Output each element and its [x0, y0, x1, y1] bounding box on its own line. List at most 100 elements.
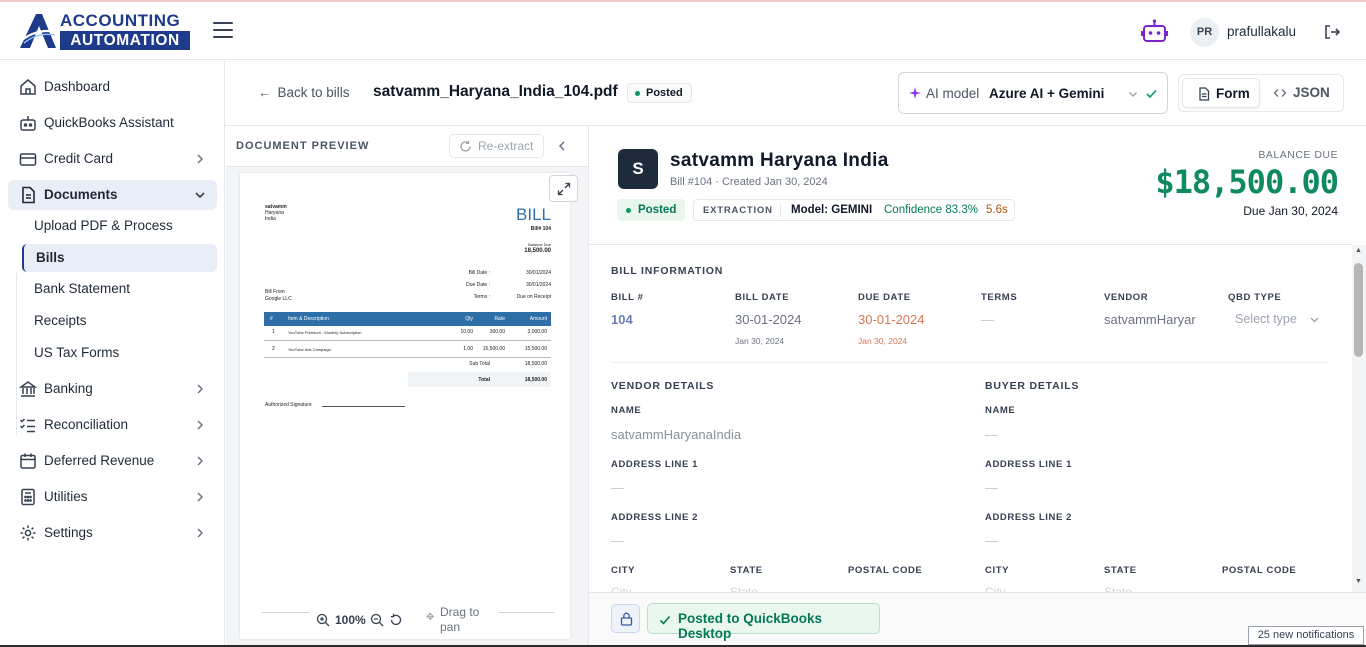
ai-model-select[interactable]: AI model Azure AI + Gemini — [898, 72, 1168, 114]
logout-icon[interactable] — [1323, 23, 1341, 41]
zoom-in-icon[interactable] — [316, 613, 330, 627]
vendor-field[interactable]: satvammHaryar — [1104, 312, 1210, 327]
scrollbar-thumb[interactable] — [1354, 263, 1363, 357]
notifications-toast[interactable]: 25 new notifications — [1248, 626, 1364, 645]
buyer-address1-field[interactable]: — — [985, 480, 998, 495]
sidebar-subitem-receipts[interactable]: Receipts — [22, 307, 217, 335]
ai-model-label: AI model — [926, 86, 980, 101]
buyer-state-label: STATE — [1104, 565, 1137, 576]
posted-status-label: Posted — [638, 204, 677, 216]
pdf-col-item: Item & Description — [288, 316, 329, 322]
vendor-name-field[interactable]: satvammHaryanaIndia — [611, 427, 741, 442]
bill-number-label: BILL # — [611, 292, 644, 303]
vendor-city-field[interactable]: City — [611, 585, 632, 592]
pdf-total-label: Total — [478, 377, 490, 383]
check-icon — [659, 615, 671, 625]
json-view-label: JSON — [1293, 85, 1330, 100]
sidebar-subitem-label: Upload PDF & Process — [34, 218, 173, 233]
arrow-left-icon: ← — [258, 85, 272, 100]
posted-to-quickbooks-button[interactable]: Posted to QuickBooks Desktop — [647, 603, 880, 641]
zoom-out-icon[interactable] — [370, 613, 384, 627]
pdf-row-amount: 3,000.00 — [527, 329, 547, 335]
home-icon — [20, 79, 36, 95]
sidebar-item-credit-card[interactable]: Credit Card — [8, 144, 217, 174]
drag-hint-line2: pan — [440, 620, 461, 634]
sidebar-item-dashboard[interactable]: Dashboard — [8, 72, 217, 102]
vendor-state-field[interactable]: State — [730, 585, 758, 592]
pdf-row-divider — [264, 357, 551, 358]
pdf-col-rate: Rate — [494, 316, 505, 322]
vendor-city-label: CITY — [611, 565, 636, 576]
sidebar-item-quickbooks-assistant[interactable]: QuickBooks Assistant — [8, 108, 217, 138]
move-icon: ✥ — [426, 612, 435, 623]
vendor-address1-field[interactable]: — — [611, 480, 624, 495]
user-avatar[interactable]: PR — [1190, 18, 1219, 47]
ai-model-value: Azure AI + Gemini — [989, 86, 1105, 101]
user-name[interactable]: prafullakalu — [1227, 24, 1296, 39]
pdf-col-amount: Amount — [529, 316, 547, 322]
buyer-state-field[interactable]: State — [1104, 585, 1132, 592]
form-view-button[interactable]: Form — [1182, 78, 1260, 108]
scroll-down-icon[interactable]: ▼ — [1355, 578, 1362, 585]
qbd-type-select[interactable]: Select type — [1228, 306, 1328, 332]
reset-rotate-icon[interactable] — [389, 613, 403, 627]
sidebar-item-documents[interactable]: Documents — [8, 180, 217, 210]
scroll-up-icon[interactable]: ▲ — [1355, 247, 1362, 254]
extraction-time: 5.6s — [986, 204, 1008, 216]
document-icon — [22, 186, 35, 204]
pdf-from-line3: India — [265, 216, 276, 222]
chevron-right-icon — [197, 420, 204, 430]
back-to-bills-link[interactable]: ← Back to bills — [258, 85, 350, 100]
form-scrollbar[interactable]: ▲ ▼ — [1352, 245, 1366, 593]
collapse-panel-icon[interactable] — [556, 139, 568, 153]
chevron-down-icon — [1129, 92, 1137, 97]
status-badge: Posted — [627, 83, 692, 103]
sidebar-item-utilities[interactable]: Utilities — [8, 482, 217, 512]
pdf-row-qty: 1.00 — [463, 346, 473, 352]
expand-preview-button[interactable] — [549, 175, 578, 202]
bill-date-field[interactable]: 30-01-2024 — [735, 312, 802, 327]
buyer-address2-field[interactable]: — — [985, 533, 998, 548]
pdf-bill-date-label: Bill Date : — [468, 270, 490, 276]
vendor-label: VENDOR — [1104, 292, 1149, 303]
app-window: ACCOUNTING AUTOMATION PR prafullakalu Da… — [0, 0, 1366, 647]
menu-toggle-icon[interactable] — [213, 22, 233, 38]
bill-date-label: BILL DATE — [735, 292, 790, 303]
bank-icon — [19, 381, 37, 397]
sidebar-item-reconciliation[interactable]: Reconciliation — [8, 410, 217, 440]
sidebar-item-banking[interactable]: Banking — [8, 374, 217, 404]
pdf-heading: BILL — [516, 205, 551, 224]
bill-information-heading: BILL INFORMATION — [611, 265, 724, 277]
buyer-name-field[interactable]: — — [985, 427, 998, 442]
re-extract-button[interactable]: Re-extract — [449, 134, 544, 158]
sidebar-item-label: Deferred Revenue — [44, 453, 155, 468]
file-icon — [1199, 87, 1210, 101]
view-toggle: Form JSON — [1178, 74, 1344, 112]
vendor-address2-field[interactable]: — — [611, 533, 624, 548]
balance-due-label: BALANCE DUE — [1258, 149, 1338, 161]
due-date-field[interactable]: 30-01-2024 — [858, 312, 925, 327]
lock-button[interactable] — [611, 604, 640, 633]
chevron-right-icon — [197, 528, 204, 538]
sidebar-subitem-upload[interactable]: Upload PDF & Process — [22, 212, 217, 240]
pdf-balance-value: 18,500.00 — [524, 248, 551, 254]
bill-subtitle: Bill #104 · Created Jan 30, 2024 — [670, 176, 828, 188]
buyer-address2-label: ADDRESS LINE 2 — [985, 512, 1073, 523]
sidebar-item-label: Documents — [44, 187, 118, 202]
due-date-label: DUE DATE — [858, 292, 911, 303]
chevron-down-icon — [1310, 317, 1319, 323]
robot-assistant-icon[interactable] — [1141, 19, 1168, 44]
sidebar-item-deferred-revenue[interactable]: Deferred Revenue — [8, 446, 217, 476]
buyer-city-field[interactable]: City — [985, 585, 1006, 592]
sidebar-subitem-us-tax-forms[interactable]: US Tax Forms — [22, 339, 217, 367]
sidebar-item-settings[interactable]: Settings — [8, 518, 217, 548]
json-view-button[interactable]: JSON — [1265, 78, 1339, 108]
sidebar-subitem-bills[interactable]: Bills — [22, 244, 217, 272]
bill-number-field[interactable]: 104 — [611, 312, 633, 327]
pdf-row-item: YouTube Ads Campaign — [288, 347, 331, 352]
pdf-bill-from-label: Bill From — [265, 289, 285, 295]
posted-status-chip: Posted — [617, 199, 685, 221]
terms-field[interactable]: — — [981, 312, 994, 327]
sidebar-subitem-bank-statement[interactable]: Bank Statement — [22, 275, 217, 303]
sidebar-item-label: Credit Card — [44, 151, 114, 166]
